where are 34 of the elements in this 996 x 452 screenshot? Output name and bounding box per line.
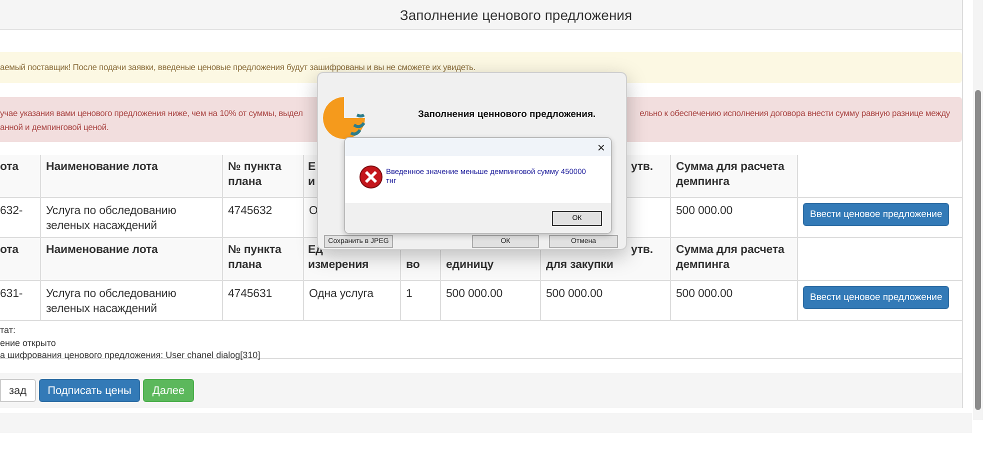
header-cell: ота xyxy=(0,155,40,197)
logo-icon xyxy=(321,95,367,141)
error-icon xyxy=(359,164,383,188)
header-cell: ота xyxy=(0,238,40,280)
table-cell: Одна услуга xyxy=(303,280,400,321)
scrollbar-thumb[interactable] xyxy=(975,90,981,410)
table-cell: 500 000.00 xyxy=(670,280,797,321)
close-icon[interactable]: × xyxy=(597,140,605,154)
header-cell: Наименование лота xyxy=(40,238,222,280)
alert-text: ельно к обеспечению исполнения договора внести сумму равную разнице между xyxy=(640,108,950,118)
result-text: ение открыто xyxy=(0,336,57,349)
table-cell: 4745631 xyxy=(222,280,303,321)
notice-text: аемый поставщик! После подачи заявки, введеные ценовые предложения будут зашифрованы и вы не сможете их увидеть. xyxy=(0,62,476,72)
table-cell: 1 xyxy=(400,280,440,321)
result-text: а шифрования ценового предложения: User chanel dialog[310] xyxy=(0,349,262,362)
header-cell: № пункта плана xyxy=(222,155,303,197)
header-cell: Наименование лота xyxy=(40,155,222,197)
table-cell: 500 000.00 xyxy=(540,280,670,321)
dialog-title: Заполнения ценнового предложения. xyxy=(418,109,596,120)
page-title: Заполнение ценового предложения xyxy=(400,6,632,22)
table-cell: Услуга по обследованию зеленых насаждений xyxy=(40,280,222,321)
table-cell: 500 000.00 xyxy=(440,280,540,321)
header-cell: № пункта плана xyxy=(222,238,303,280)
enter-price-button[interactable]: Ввести ценовое предложение xyxy=(803,286,950,309)
header-cell: Сумма для расчета демпинга xyxy=(670,238,797,280)
result-text: тат: xyxy=(0,324,16,336)
table-cell: 631- xyxy=(0,280,40,321)
header-cell: Сумма для расчета демпинга xyxy=(670,155,797,197)
sign-prices-button[interactable]: Подписать цены xyxy=(38,379,140,402)
table-cell: Услуга по обследованию зеленых насаждений xyxy=(40,197,222,238)
back-button[interactable]: зад xyxy=(0,379,36,402)
enter-price-button[interactable]: Ввести ценовое предложение xyxy=(803,203,950,226)
alert-text: учае указания вами ценового предложения ниже, чем на 10% от суммы, выдел xyxy=(0,108,303,118)
alert-text: анной и демпинговой ценой. xyxy=(0,122,110,132)
